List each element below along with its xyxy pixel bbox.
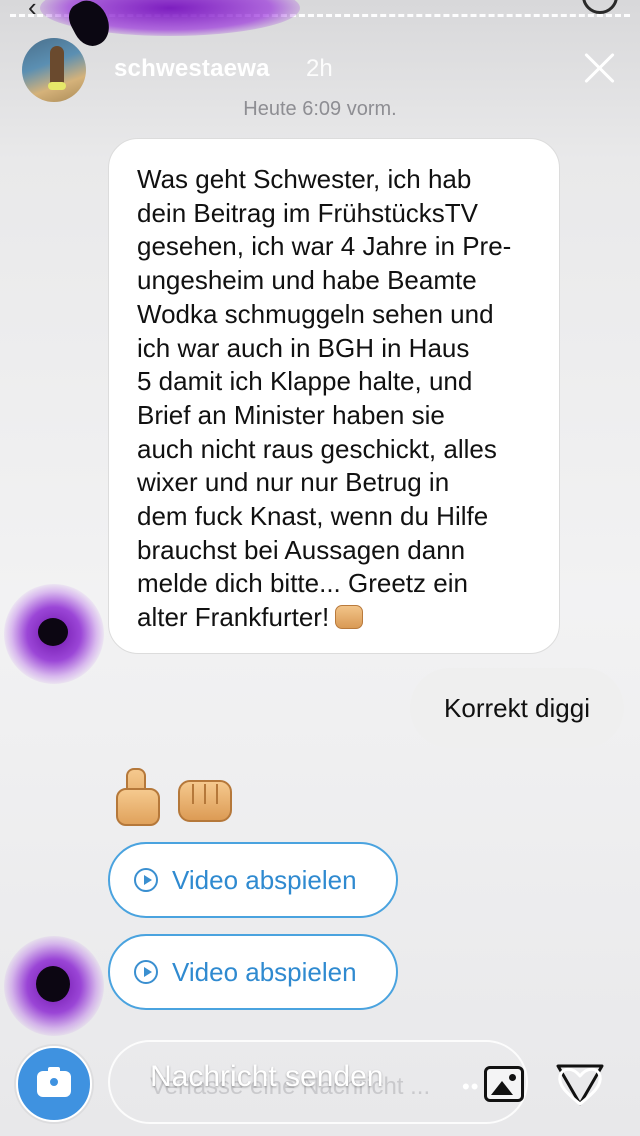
story-screen: ‹ schwestaewa 2h Heute 6:09 vorm. Was ge… <box>0 0 640 1136</box>
story-username[interactable]: schwestaewa <box>114 55 270 83</box>
message-line: wixer und nur nur Betrug in <box>137 467 450 498</box>
play-icon <box>134 960 158 984</box>
add-icon[interactable] <box>582 0 618 14</box>
message-line: Was geht Schwester, ich hab <box>137 164 472 194</box>
close-icon[interactable] <box>582 50 618 86</box>
message-line: ungesheim und habe Beamte <box>137 265 477 296</box>
message-line: dein Beitrag im FrühstücksTV <box>137 197 479 228</box>
sender-avatar-scribble <box>4 584 104 684</box>
message-line: Brief an Minister haben sie <box>137 399 445 430</box>
message-line: brauchst bei Aussagen dann <box>137 534 466 565</box>
back-chevron-icon[interactable]: ‹ <box>28 0 37 23</box>
story-time-ago: 2h <box>306 55 333 82</box>
camera-icon <box>37 1067 71 1097</box>
outgoing-message-bubble: Korrekt diggi <box>410 668 624 748</box>
message-line: Wodka schmuggeln sehen und <box>137 298 494 329</box>
message-line: 5 damit ich Klappe halte, und <box>137 366 473 397</box>
play-video-label: Video abspielen <box>172 864 357 895</box>
message-line: alter Frankfurter! <box>137 602 330 633</box>
play-video-button[interactable]: Video abspielen <box>108 934 398 1010</box>
message-line: dem fuck Knast, wenn du Hilfe <box>137 501 489 532</box>
message-line: ich war auch in BGH in Haus <box>137 332 470 363</box>
message-line: gesehen, ich war 4 Jahre in Pre- <box>137 231 512 262</box>
incoming-message-bubble: Was geht Schwester, ich hab dein Beitrag… <box>108 138 560 654</box>
play-video-label: Video abspielen <box>172 956 357 987</box>
play-icon <box>134 868 158 892</box>
avatar[interactable] <box>22 38 86 102</box>
fist-emoji-icon <box>176 766 232 826</box>
outgoing-message-text: Korrekt diggi <box>444 692 590 723</box>
more-dots: •• <box>462 1074 480 1099</box>
emoji-message <box>112 766 232 830</box>
heart-icon[interactable] <box>554 1060 606 1108</box>
message-line: auch nicht raus geschickt, alles <box>137 433 497 464</box>
fist-emoji-icon <box>335 605 364 630</box>
camera-button[interactable] <box>16 1046 92 1122</box>
gallery-icon[interactable] <box>484 1066 524 1102</box>
message-timestamp: Heute 6:09 vorm. <box>243 98 397 120</box>
message-line-last: alter Frankfurter! <box>137 601 539 635</box>
sender-avatar-scribble <box>4 936 104 1036</box>
send-message-overlay-text: Nachricht senden <box>150 1060 384 1093</box>
message-line: melde dich bitte... Greetz ein <box>137 568 468 599</box>
play-video-button[interactable]: Video abspielen <box>108 842 398 918</box>
thumbs-up-emoji-icon <box>112 766 162 826</box>
